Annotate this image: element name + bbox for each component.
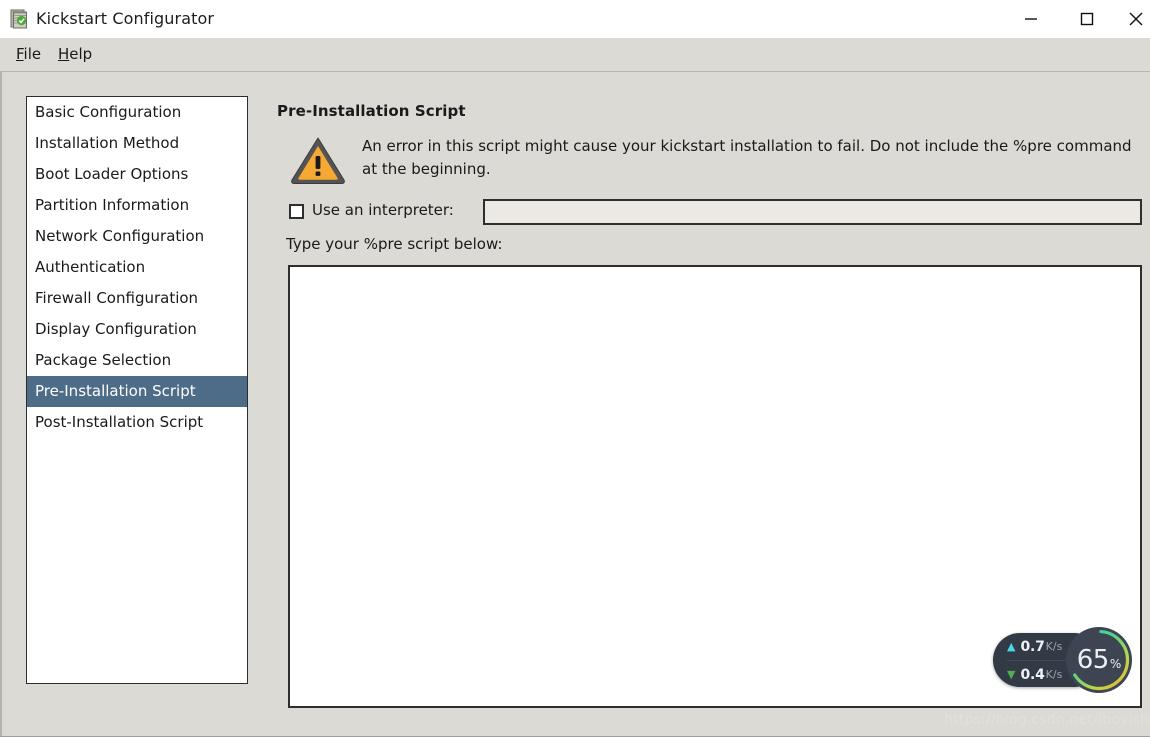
usage-percent-sign: %	[1109, 657, 1122, 671]
configuration-section-list[interactable]: Basic Configuration Installation Method …	[26, 96, 248, 684]
sidebar-item-display-configuration[interactable]: Display Configuration	[27, 314, 247, 345]
menu-file-rest: ile	[23, 45, 42, 63]
menu-bar: File Help	[0, 38, 1150, 72]
network-speed-widget[interactable]: ▲ 0.7 K/s ▼ 0.4 K/s 65 %	[993, 626, 1140, 694]
watermark: https://blog.csdn.net/iboyish	[944, 712, 1150, 728]
sidebar-item-network-configuration[interactable]: Network Configuration	[27, 221, 247, 252]
upload-speed-row: ▲ 0.7 K/s	[1007, 633, 1062, 660]
window-title: Kickstart Configurator	[36, 9, 215, 28]
download-speed-unit: K/s	[1045, 668, 1063, 681]
menu-item-help[interactable]: Help	[56, 45, 94, 63]
sidebar-item-firewall-configuration[interactable]: Firewall Configuration	[27, 283, 247, 314]
sidebar-item-partition-information[interactable]: Partition Information	[27, 190, 247, 221]
maximize-button[interactable]	[1064, 0, 1110, 38]
page-title: Pre-Installation Script	[277, 102, 466, 120]
sidebar-item-package-selection[interactable]: Package Selection	[27, 345, 247, 376]
content-area: Basic Configuration Installation Method …	[0, 72, 1150, 736]
kickstart-app-icon	[8, 8, 30, 30]
upload-speed-value: 0.7	[1020, 638, 1045, 655]
arrow-up-icon: ▲	[1007, 640, 1016, 653]
script-instruction-label: Type your %pre script below:	[286, 235, 503, 253]
minimize-icon	[1025, 18, 1037, 20]
sidebar-item-basic-configuration[interactable]: Basic Configuration	[27, 97, 247, 128]
warning-triangle-icon	[289, 134, 347, 186]
window-left-edge	[0, 72, 2, 736]
upload-speed-unit: K/s	[1045, 640, 1063, 653]
warning-message: An error in this script might cause your…	[362, 137, 1132, 178]
close-icon	[1129, 12, 1143, 26]
usage-gauge-label: 65 %	[1065, 626, 1133, 694]
usage-percent-number: 65	[1076, 645, 1110, 675]
sidebar-item-authentication[interactable]: Authentication	[27, 252, 247, 283]
application-window: Kickstart Configurator File Help Basic C…	[0, 0, 1150, 740]
sidebar-item-boot-loader-options[interactable]: Boot Loader Options	[27, 159, 247, 190]
close-button[interactable]	[1122, 0, 1150, 38]
sidebar-item-post-installation-script[interactable]: Post-Installation Script	[27, 407, 247, 438]
window-bottom-edge	[0, 736, 1150, 740]
menu-item-file[interactable]: File	[14, 45, 43, 63]
sidebar-item-pre-installation-script[interactable]: Pre-Installation Script	[27, 376, 247, 407]
menu-help-rest: elp	[69, 45, 93, 63]
maximize-icon	[1080, 12, 1094, 26]
title-bar: Kickstart Configurator	[0, 0, 1150, 38]
minimize-button[interactable]	[1008, 0, 1054, 38]
use-interpreter-label: Use an interpreter:	[312, 201, 454, 219]
download-speed-value: 0.4	[1020, 666, 1045, 683]
use-interpreter-checkbox[interactable]	[289, 204, 304, 219]
sidebar-item-installation-method[interactable]: Installation Method	[27, 128, 247, 159]
menu-file-accel: F	[16, 45, 24, 63]
interpreter-input[interactable]	[483, 199, 1142, 225]
menu-help-accel: H	[58, 45, 70, 63]
arrow-down-icon: ▼	[1007, 668, 1016, 681]
